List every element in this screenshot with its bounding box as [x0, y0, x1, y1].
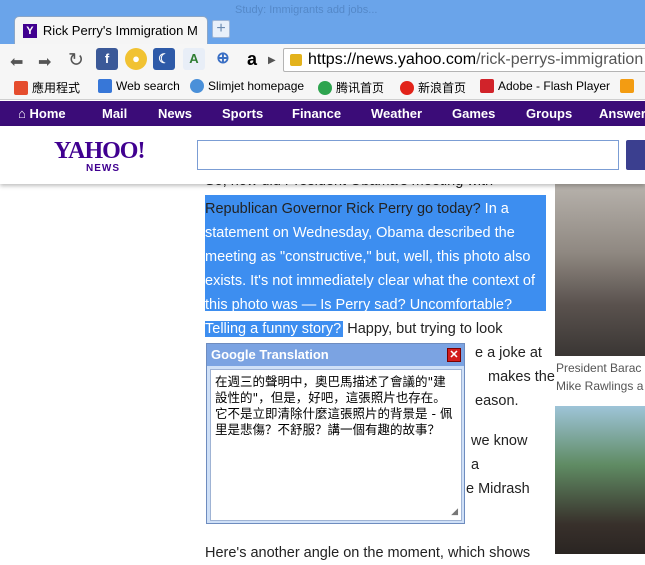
article-line: Republican Governor Rick Perry go today? — [205, 201, 481, 217]
nav-weather[interactable]: Weather — [371, 106, 422, 121]
bookmark-web-search[interactable]: Web search — [98, 79, 180, 93]
yahoo-header: YAHOO! NEWS — [0, 126, 645, 184]
browser-toolbar: ⬅ ➡ ↻ f ● ☾ A ⊕ a ▶ https://news.yahoo.c… — [0, 44, 645, 76]
selected-text: this photo was — Is Perry sad? Uncomfort… — [205, 297, 513, 313]
news-photo-obama-podium[interactable] — [555, 406, 645, 554]
bookmark-orange-icon — [620, 79, 634, 93]
selected-text: In a — [480, 201, 509, 217]
browser-tab[interactable]: Y Rick Perry's Immigration M — [14, 16, 208, 44]
tab-title: Rick Perry's Immigration M — [42, 23, 198, 38]
amazon-icon[interactable]: a — [241, 48, 263, 70]
tencent-icon — [318, 80, 332, 95]
selected-text: meeting as "constructive," but, well, th… — [205, 249, 531, 265]
slimjet-icon — [190, 79, 204, 93]
yahoo-top-nav: ⌂ Home Mail News Sports Finance Weather … — [0, 101, 645, 126]
selected-text: exists. It's not immediately clear what … — [205, 273, 535, 289]
bookmark-label: Adobe - Flash Player — [498, 79, 611, 93]
overflow-arrow-icon[interactable]: ▶ — [268, 55, 276, 66]
nav-home[interactable]: ⌂ Home — [18, 106, 66, 121]
back-icon[interactable]: ⬅ — [10, 52, 23, 72]
bookmark-apps[interactable]: 應用程式 — [14, 79, 80, 96]
yahoo-search-button[interactable] — [626, 140, 645, 170]
yahoo-news-wordmark: NEWS — [86, 163, 120, 174]
bookmark-sina[interactable]: 新浪首页 — [400, 79, 466, 96]
moon-extension-icon[interactable]: ☾ — [153, 48, 175, 70]
bookmark-label: Slimjet homepage — [208, 79, 305, 93]
nav-sports[interactable]: Sports — [222, 106, 263, 121]
article-fragment: eason. — [475, 393, 519, 409]
bookmark-label: Web search — [116, 79, 180, 93]
bookmark-overflow[interactable] — [620, 79, 638, 93]
nav-answers[interactable]: Answers — [599, 106, 645, 121]
facebook-icon[interactable]: f — [96, 48, 118, 70]
reload-icon[interactable]: ↻ — [68, 49, 84, 72]
tab-strip: Study: Immigrants add jobs... Y Rick Per… — [0, 0, 645, 44]
secure-lock-icon — [290, 54, 302, 66]
translation-text[interactable]: 在週三的聲明中，奧巴馬描述了會議的"建設性的"，但是，好吧，這張照片也存在。它不… — [210, 369, 462, 521]
forward-icon[interactable]: ➡ — [38, 52, 51, 72]
nav-mail[interactable]: Mail — [102, 106, 127, 121]
photo-caption[interactable]: President Barac — [556, 361, 641, 375]
bookmarks-bar: 應用程式 Web search Slimjet homepage 腾讯首页 新浪… — [0, 76, 645, 100]
yahoo-logo[interactable]: YAHOO! — [54, 138, 145, 165]
nav-home-label: Home — [29, 106, 66, 121]
article-fragment: e Midrash — [466, 481, 530, 497]
article-line: Here's another angle on the moment, whic… — [205, 545, 531, 561]
sina-icon — [400, 80, 414, 95]
yahoo-search-input[interactable] — [197, 140, 619, 170]
nav-news[interactable]: News — [158, 106, 192, 121]
bookmark-slimjet[interactable]: Slimjet homepage — [190, 79, 304, 93]
home-icon: ⌂ — [18, 106, 26, 121]
address-bar[interactable]: https://news.yahoo.com/rick-perrys-immig… — [283, 48, 645, 72]
bookmark-adobe-flash[interactable]: Adobe - Flash Player — [480, 79, 610, 93]
lightbulb-icon[interactable]: ● — [125, 48, 147, 70]
article-fragment: we know — [471, 433, 528, 449]
bookmark-label: 腾讯首页 — [336, 81, 385, 95]
selected-text: Telling a funny story? — [205, 321, 344, 337]
search-globe-icon — [98, 79, 112, 93]
new-tab-button[interactable]: + — [212, 20, 230, 38]
zoom-icon[interactable]: ⊕ — [212, 48, 234, 70]
news-photo-obama-perry[interactable] — [555, 184, 645, 356]
nav-finance[interactable]: Finance — [292, 106, 341, 121]
translate-icon[interactable]: A — [183, 48, 205, 70]
bookmark-tencent[interactable]: 腾讯首页 — [318, 79, 384, 96]
google-translation-popup[interactable]: Google Translation ✕ 在週三的聲明中，奧巴馬描述了會議的"建… — [206, 343, 465, 524]
article-fragment: a — [471, 457, 480, 473]
yahoo-favicon-icon: Y — [23, 23, 37, 38]
nav-games[interactable]: Games — [452, 106, 495, 121]
resize-grip-icon[interactable]: ◢ — [451, 506, 458, 517]
article-line: Happy, but trying to look — [343, 321, 503, 337]
article-fragment: e a joke at — [475, 345, 542, 361]
background-tab-ghost: Study: Immigrants add jobs... — [235, 4, 378, 16]
nav-groups[interactable]: Groups — [526, 106, 572, 121]
article-fragment: makes the — [488, 369, 555, 385]
bookmark-label: 新浪首页 — [418, 81, 467, 95]
photo-caption[interactable]: Mike Rawlings a — [556, 379, 643, 393]
url-domain: https://news.yahoo.com — [308, 51, 477, 68]
close-icon[interactable]: ✕ — [447, 348, 461, 362]
bookmark-label: 應用程式 — [32, 81, 81, 95]
url-path: /rick-perrys-immigration — [476, 51, 644, 68]
translation-title: Google Translation — [207, 344, 464, 366]
adobe-icon — [480, 79, 494, 93]
apps-grid-icon — [14, 80, 28, 95]
selected-text: statement on Wednesday, Obama described … — [205, 225, 515, 241]
